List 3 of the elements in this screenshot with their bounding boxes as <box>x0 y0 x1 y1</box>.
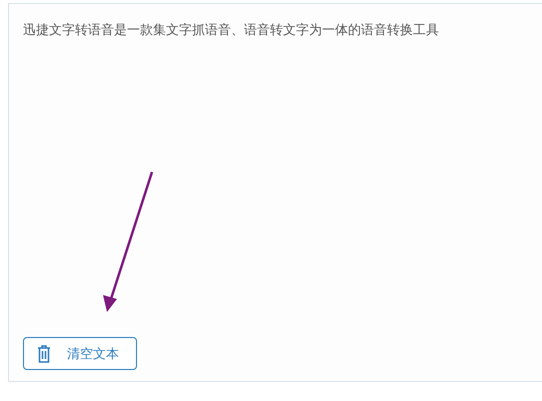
editor-text[interactable]: 迅捷文字转语音是一款集文字抓语音、语音转文字为一体的语音转换工具 <box>23 20 542 40</box>
trash-icon <box>37 344 51 362</box>
clear-text-button[interactable]: 清空文本 <box>23 337 137 370</box>
